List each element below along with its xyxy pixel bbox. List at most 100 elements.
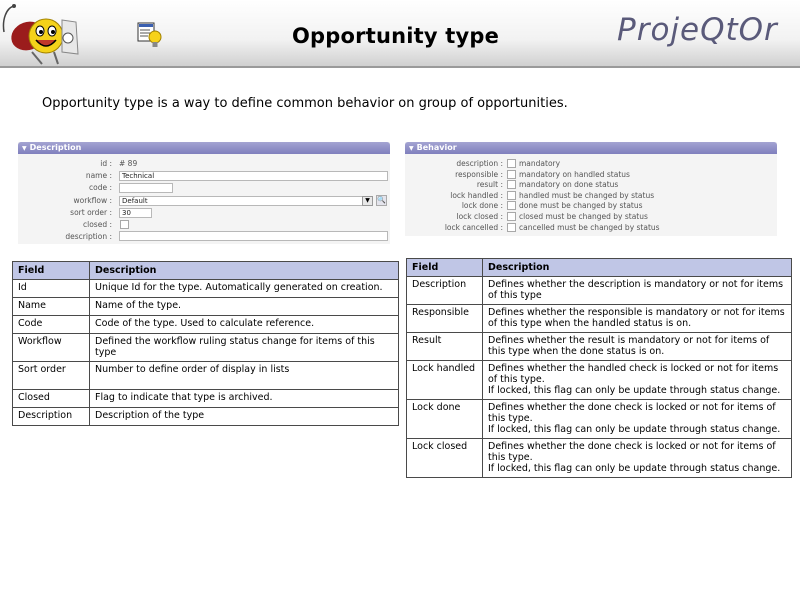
header-bar: Opportunity type ProjeQtOr [0,0,800,68]
lightbulb-doc-icon [137,22,162,47]
field-cell: Lock closed [406,438,483,478]
description-cell: Defines whether the handled check is loc… [482,360,792,400]
description-cell: Code of the type. Used to calculate refe… [89,315,399,334]
description-cell: Unique Id for the type. Automatically ge… [89,279,399,298]
table-row: Responsible Defines whether the responsib… [406,304,792,333]
sort-order-input[interactable]: 30 [119,208,152,218]
description-cell: Defined the workflow ruling status chang… [89,333,399,362]
table-row: Lock done Defines whether the done check … [406,399,792,439]
description-text: Defines whether the done check is locked… [488,402,776,424]
table-row: Lock closed Defines whether the done chec… [406,438,792,478]
description-panel-title: Description [29,143,82,152]
column-header-description: Description [89,261,399,280]
name-input[interactable]: Technical [119,171,388,181]
description-cell: Defines whether the done check is locked… [482,399,792,439]
brand-logo-text: ProjeQtOr [617,12,778,48]
behavior-option-text: cancelled must be changed by status [519,222,660,232]
description-cell: Number to define order of display in lis… [89,361,399,390]
description-text: Defines whether the handled check is loc… [488,363,779,385]
behavior-label: description : [456,159,503,168]
behavior-label: lock cancelled : [444,222,503,232]
description-text: Defines whether the done check is locked… [488,441,776,463]
description-text: Defines whether the responsible is manda… [488,307,785,329]
collapse-arrow-icon[interactable]: ▼ [409,145,414,152]
table-row: Sort order Number to define order of disp… [12,361,399,390]
behavior-label: lock done : [461,201,503,211]
id-value: # 89 [119,159,138,168]
behavior-checkbox[interactable] [507,201,516,211]
table-header-row: Field Description [12,261,399,280]
description-input[interactable] [119,231,388,241]
field-cell: Description [12,407,90,426]
table-row: Code Code of the type. Used to calculate … [12,315,399,334]
behavior-panel-title: Behavior [416,143,457,152]
behavior-checkbox[interactable] [507,212,516,221]
lock-note-text: If locked, this flag can only be update … [488,463,781,474]
table-row: Lock handled Defines whether the handled … [406,360,792,400]
table-row: Name Name of the type. [12,297,399,316]
id-label: id : [100,159,112,168]
behavior-checkbox[interactable] [507,222,516,232]
table-row: Description Defines whether the descripti… [406,276,792,305]
field-cell: Name [12,297,90,316]
field-cell: Lock handled [406,360,483,400]
closed-checkbox[interactable] [120,220,129,229]
table-row: Id Unique Id for the type. Automatically … [12,279,399,298]
description-text: Defines whether the description is manda… [488,279,784,301]
behavior-option-text: closed must be changed by status [519,212,648,221]
mascot-logo-icon [2,4,79,65]
column-header-field: Field [12,261,90,280]
table-row: Description Description of the type [12,407,399,426]
table-row: Workflow Defined the workflow ruling stat… [12,333,399,362]
table-header-row: Field Description [406,258,792,277]
description-panel-header[interactable]: ▼ Description [18,142,390,154]
workflow-label: workflow : [73,196,112,205]
lock-note-text: If locked, this flag can only be update … [488,424,781,435]
name-label: name : [85,171,112,180]
lock-note-text: If locked, this flag can only be update … [488,385,781,396]
description-cell: Defines whether the result is mandatory … [482,332,792,361]
field-cell: Responsible [406,304,483,333]
behavior-checkbox[interactable] [507,180,516,190]
description-panel: ▼ Description id : # 89 name : Technical … [18,142,390,244]
field-description-table: Field Description Id Unique Id for the ty… [12,261,399,426]
code-label: code : [89,183,112,192]
field-cell: Description [406,276,483,305]
behavior-option-text: mandatory [519,159,561,168]
field-cell: Code [12,315,90,334]
behavior-option-text: done must be changed by status [519,201,643,211]
behavior-panel-header[interactable]: ▼ Behavior [405,142,777,154]
behavior-label: lock closed : [456,212,503,221]
description-cell: Flag to indicate that type is archived. [89,389,399,408]
behavior-label: responsible : [455,169,503,179]
column-header-description: Description [482,258,792,277]
field-cell: Id [12,279,90,298]
description-cell: Description of the type [89,407,399,426]
description-cell: Defines whether the done check is locked… [482,438,792,478]
description-label: description : [65,232,112,241]
behavior-description-table: Field Description Description Defines whe… [406,258,792,478]
table-row: Closed Flag to indicate that type is arch… [12,389,399,408]
field-cell: Result [406,332,483,361]
description-cell: Name of the type. [89,297,399,316]
behavior-option-text: handled must be changed by status [519,190,655,200]
code-input[interactable] [119,183,173,193]
intro-text: Opportunity type is a way to define comm… [42,96,568,111]
behavior-label: result : [476,180,503,190]
workflow-select[interactable]: Default [119,196,363,206]
behavior-checkbox[interactable] [507,159,516,168]
dropdown-arrow-icon[interactable]: ▼ [362,196,373,206]
description-cell: Defines whether the responsible is manda… [482,304,792,333]
table-row: Result Defines whether the result is mand… [406,332,792,361]
field-cell: Workflow [12,333,90,362]
behavior-checkbox[interactable] [507,169,516,179]
column-header-field: Field [406,258,483,277]
collapse-arrow-icon[interactable]: ▼ [22,145,27,152]
sort-order-label: sort order : [70,208,112,217]
field-cell: Closed [12,389,90,408]
search-icon[interactable]: 🔍 [376,195,387,206]
behavior-checkbox[interactable] [507,190,516,200]
field-cell: Lock done [406,399,483,439]
behavior-option-text: mandatory on handled status [519,169,630,179]
closed-label: closed : [83,220,112,229]
